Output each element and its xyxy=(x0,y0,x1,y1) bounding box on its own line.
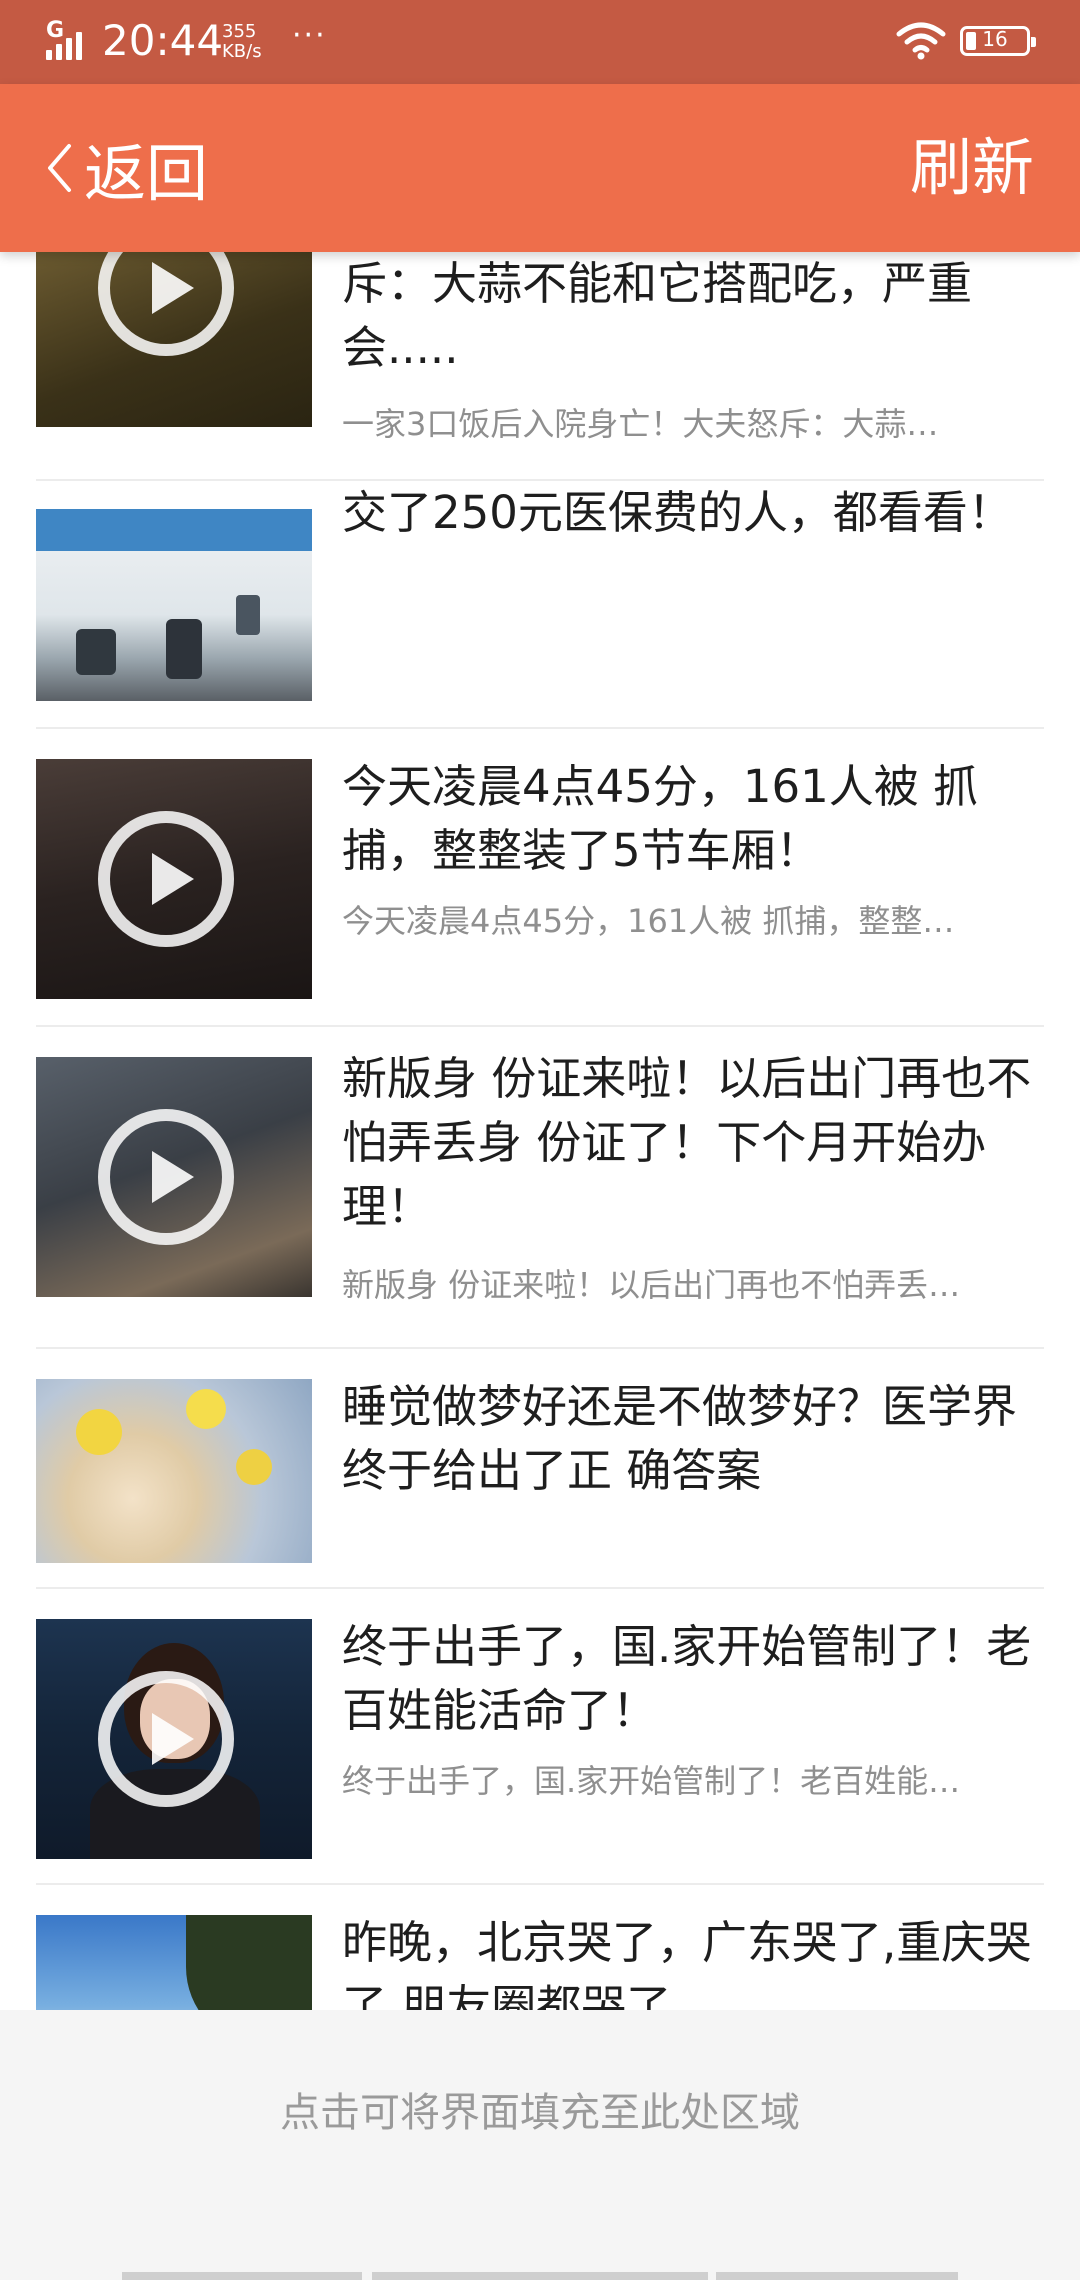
play-icon xyxy=(98,1671,234,1807)
list-item[interactable]: 睡觉做梦好还是不做梦好？医学界终于给出了正 确答案 xyxy=(36,1349,1044,1589)
nav-gesture-bar xyxy=(372,2272,708,2280)
list-item[interactable]: 昨晚，北京哭了，广东哭了,重庆哭了,朋友圈都哭了 xyxy=(36,1885,1044,2010)
article-description: 一家3口饭后入院身亡！大夫怒斥：大蒜… xyxy=(342,405,939,443)
article-thumbnail xyxy=(36,252,312,427)
play-icon xyxy=(98,811,234,947)
list-item[interactable]: 交了250元医保费的人，都看看！ xyxy=(36,481,1044,729)
list-item[interactable]: 斥：大蒜不能和它搭配吃，严重会..... 一家3口饭后入院身亡！大夫怒斥：大蒜… xyxy=(36,252,1044,481)
article-list: 斥：大蒜不能和它搭配吃，严重会..... 一家3口饭后入院身亡！大夫怒斥：大蒜…… xyxy=(0,252,1080,2010)
refresh-button[interactable]: 刷新 xyxy=(910,132,1034,204)
article-description: 今天凌晨4点45分，161人被 抓捕，整整… xyxy=(342,902,955,940)
article-title: 终于出手了，国.家开始管制了！老百姓能活命了！ xyxy=(342,1620,1032,1737)
nav-gesture-bar xyxy=(716,2272,958,2280)
back-label: 返回 xyxy=(84,137,209,210)
article-title: 斥：大蒜不能和它搭配吃，严重会..... xyxy=(342,257,973,374)
fill-screen-hint: 点击可将界面填充至此处区域 xyxy=(280,2090,800,2136)
article-thumbnail xyxy=(36,1057,312,1297)
article-thumbnail xyxy=(36,1915,312,2010)
battery-level: 16 xyxy=(982,27,1008,51)
article-thumbnail xyxy=(36,1379,312,1563)
article-title: 睡觉做梦好还是不做梦好？医学界终于给出了正 确答案 xyxy=(342,1380,1018,1497)
article-description: 终于出手了，国.家开始管制了！老百姓能… xyxy=(342,1762,961,1800)
article-title: 今天凌晨4点45分，161人被 抓捕，整整装了5节车厢！ xyxy=(342,760,979,877)
network-speed: 355 KB/s xyxy=(222,22,262,62)
wifi-icon xyxy=(896,22,946,60)
status-time: 20:44 xyxy=(102,16,224,65)
fill-screen-area[interactable]: 点击可将界面填充至此处区域 xyxy=(0,2010,1080,2280)
article-thumbnail xyxy=(36,509,312,701)
article-title: 新版身 份证来啦！以后出门再也不怕弄丢身 份证了！下个月开始办理！ xyxy=(342,1052,1032,1233)
more-notifications-icon: ··· xyxy=(292,18,327,53)
battery-icon: 16 xyxy=(960,26,1036,56)
list-item[interactable]: 新版身 份证来啦！以后出门再也不怕弄丢身 份证了！下个月开始办理！ 新版身 份证… xyxy=(36,1027,1044,1349)
back-button[interactable]: 返回 xyxy=(44,132,208,210)
network-speed-value: 355 xyxy=(222,21,257,42)
article-thumbnail xyxy=(36,759,312,999)
status-bar: G 20:44 355 KB/s ··· 16 xyxy=(0,0,1080,84)
nav-bar: 返回 刷新 xyxy=(0,84,1080,252)
list-item[interactable]: 终于出手了，国.家开始管制了！老百姓能活命了！ 终于出手了，国.家开始管制了！老… xyxy=(36,1589,1044,1885)
network-speed-unit: KB/s xyxy=(222,41,262,62)
article-title: 昨晚，北京哭了，广东哭了,重庆哭了,朋友圈都哭了 xyxy=(342,1916,1032,2010)
signal-icon: G xyxy=(44,18,86,60)
list-item[interactable]: 今天凌晨4点45分，161人被 抓捕，整整装了5节车厢！ 今天凌晨4点45分，1… xyxy=(36,729,1044,1027)
nav-gesture-bar xyxy=(122,2272,362,2280)
article-thumbnail xyxy=(36,1619,312,1859)
chevron-left-icon xyxy=(48,144,71,192)
article-description: 新版身 份证来啦！以后出门再也不怕弄丢… xyxy=(342,1266,961,1304)
play-icon xyxy=(98,1109,234,1245)
play-icon xyxy=(98,252,234,356)
article-title: 交了250元医保费的人，都看看！ xyxy=(342,486,1013,539)
